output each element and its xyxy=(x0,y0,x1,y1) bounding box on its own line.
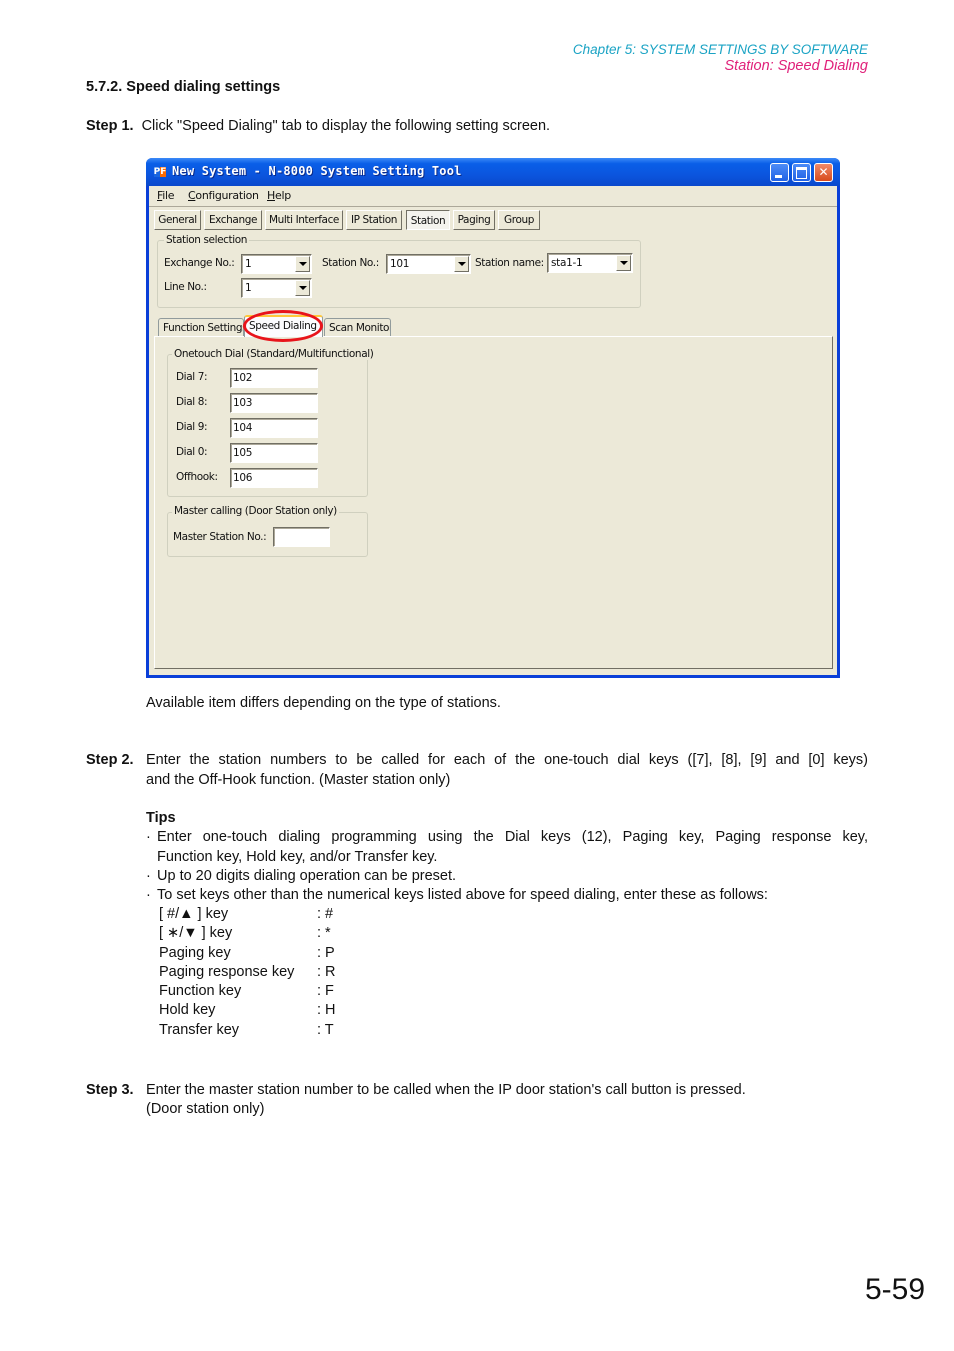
window-client: File Configuration Help General Exchange… xyxy=(149,186,837,675)
line-no-select[interactable]: 1 xyxy=(241,278,312,298)
tip-1-line-2: Function key, Hold key, and/or Transfer … xyxy=(157,849,438,865)
chevron-down-icon[interactable] xyxy=(616,255,631,271)
dial-0-input[interactable]: 105 xyxy=(230,443,318,463)
step-label: Step 1. xyxy=(86,118,134,134)
master-station-no-label: Master Station No.: xyxy=(173,531,267,543)
menu-divider xyxy=(149,206,837,207)
station-selection-group xyxy=(157,240,641,308)
close-button[interactable] xyxy=(814,163,833,182)
dial-9-input[interactable]: 104 xyxy=(230,418,318,438)
toolbar-group[interactable]: Group xyxy=(498,210,540,230)
tip-1-line-1: Enter one-touch dialing programming usin… xyxy=(157,829,868,845)
app-window: PF New System - N-8000 System Setting To… xyxy=(146,158,840,678)
highlight-ellipse xyxy=(243,310,323,342)
bullet-icon: · xyxy=(146,868,151,884)
menu-file[interactable]: File xyxy=(157,189,175,202)
station-name-label: Station name: xyxy=(475,257,544,269)
toolbar-multi-interface[interactable]: Multi Interface xyxy=(265,210,343,230)
tip-3: To set keys other than the numerical key… xyxy=(157,887,768,903)
master-station-no-input[interactable] xyxy=(273,527,330,547)
toolbar-exchange[interactable]: Exchange xyxy=(204,210,262,230)
master-calling-title: Master calling (Door Station only) xyxy=(172,505,339,517)
station-name-select[interactable]: sta1-1 xyxy=(547,253,633,273)
dial-8-input[interactable]: 103 xyxy=(230,393,318,413)
onetouch-title: Onetouch Dial (Standard/Multifunctional) xyxy=(172,348,376,360)
step-3-line-1: Enter the master station number to be ca… xyxy=(146,1082,746,1098)
dial-0-label: Dial 0: xyxy=(176,446,208,458)
chevron-down-icon[interactable] xyxy=(295,256,310,272)
app-icon: PF xyxy=(153,167,167,177)
menu-bar: File Configuration Help xyxy=(149,186,837,207)
chevron-down-icon[interactable] xyxy=(295,280,310,296)
page-number: 5-59 xyxy=(865,1273,926,1306)
station-no-label: Station No.: xyxy=(322,257,379,269)
section-title: 5.7.2. Speed dialing settings xyxy=(86,79,281,95)
dial-7-label: Dial 7: xyxy=(176,371,208,383)
title-bar[interactable]: PF New System - N-8000 System Setting To… xyxy=(146,158,840,186)
menu-help[interactable]: Help xyxy=(267,189,291,202)
station-selection-title: Station selection xyxy=(164,234,250,246)
step-1: Step 1. Click "Speed Dialing" tab to dis… xyxy=(86,117,550,137)
dial-7-input[interactable]: 102 xyxy=(230,368,318,388)
minimize-button[interactable] xyxy=(770,163,789,182)
dial-8-label: Dial 8: xyxy=(176,396,208,408)
menu-configuration[interactable]: Configuration xyxy=(188,189,259,202)
station-no-select[interactable]: 101 xyxy=(386,254,471,274)
bullet-icon: · xyxy=(146,829,151,845)
offhook-input[interactable]: 106 xyxy=(230,468,318,488)
step-2-line-2: and the Off-Hook function. (Master stati… xyxy=(146,772,451,788)
tip-2: Up to 20 digits dialing operation can be… xyxy=(157,868,457,884)
line-no-label: Line No.: xyxy=(164,281,207,293)
maximize-button[interactable] xyxy=(792,163,811,182)
tips-title: Tips xyxy=(146,810,176,826)
window-title: New System - N-8000 System Setting Tool xyxy=(172,164,462,178)
offhook-label: Offhook: xyxy=(176,471,218,483)
step-3-line-2: (Door station only) xyxy=(146,1101,265,1117)
chapter-header: Chapter 5: SYSTEM SETTINGS BY SOFTWARE xyxy=(572,42,868,57)
exchange-no-select[interactable]: 1 xyxy=(241,254,312,274)
step-3: Step 3. xyxy=(86,1081,134,1101)
section-header: Station: Speed Dialing xyxy=(724,58,869,74)
tab-function-settings[interactable]: Function Settings xyxy=(158,318,244,337)
tab-scan-monitor[interactable]: Scan Monitor xyxy=(324,318,391,337)
screenshot-caption: Available item differs depending on the … xyxy=(146,695,501,711)
step-text: Click "Speed Dialing" tab to display the… xyxy=(141,118,551,134)
tab-panel-speed-dialing: Onetouch Dial (Standard/Multifunctional)… xyxy=(154,336,833,669)
exchange-no-label: Exchange No.: xyxy=(164,257,235,269)
toolbar-station[interactable]: Station xyxy=(406,210,450,230)
chevron-down-icon[interactable] xyxy=(454,256,469,272)
step-2-line-1: Enter the station numbers to be called f… xyxy=(146,752,868,768)
step-label: Step 3. xyxy=(86,1082,134,1098)
toolbar-general[interactable]: General xyxy=(154,210,201,230)
step-label: Step 2. xyxy=(86,752,134,768)
toolbar-ip-station[interactable]: IP Station xyxy=(346,210,402,230)
dial-9-label: Dial 9: xyxy=(176,421,208,433)
bullet-icon: · xyxy=(146,887,151,903)
toolbar-paging[interactable]: Paging xyxy=(453,210,495,230)
